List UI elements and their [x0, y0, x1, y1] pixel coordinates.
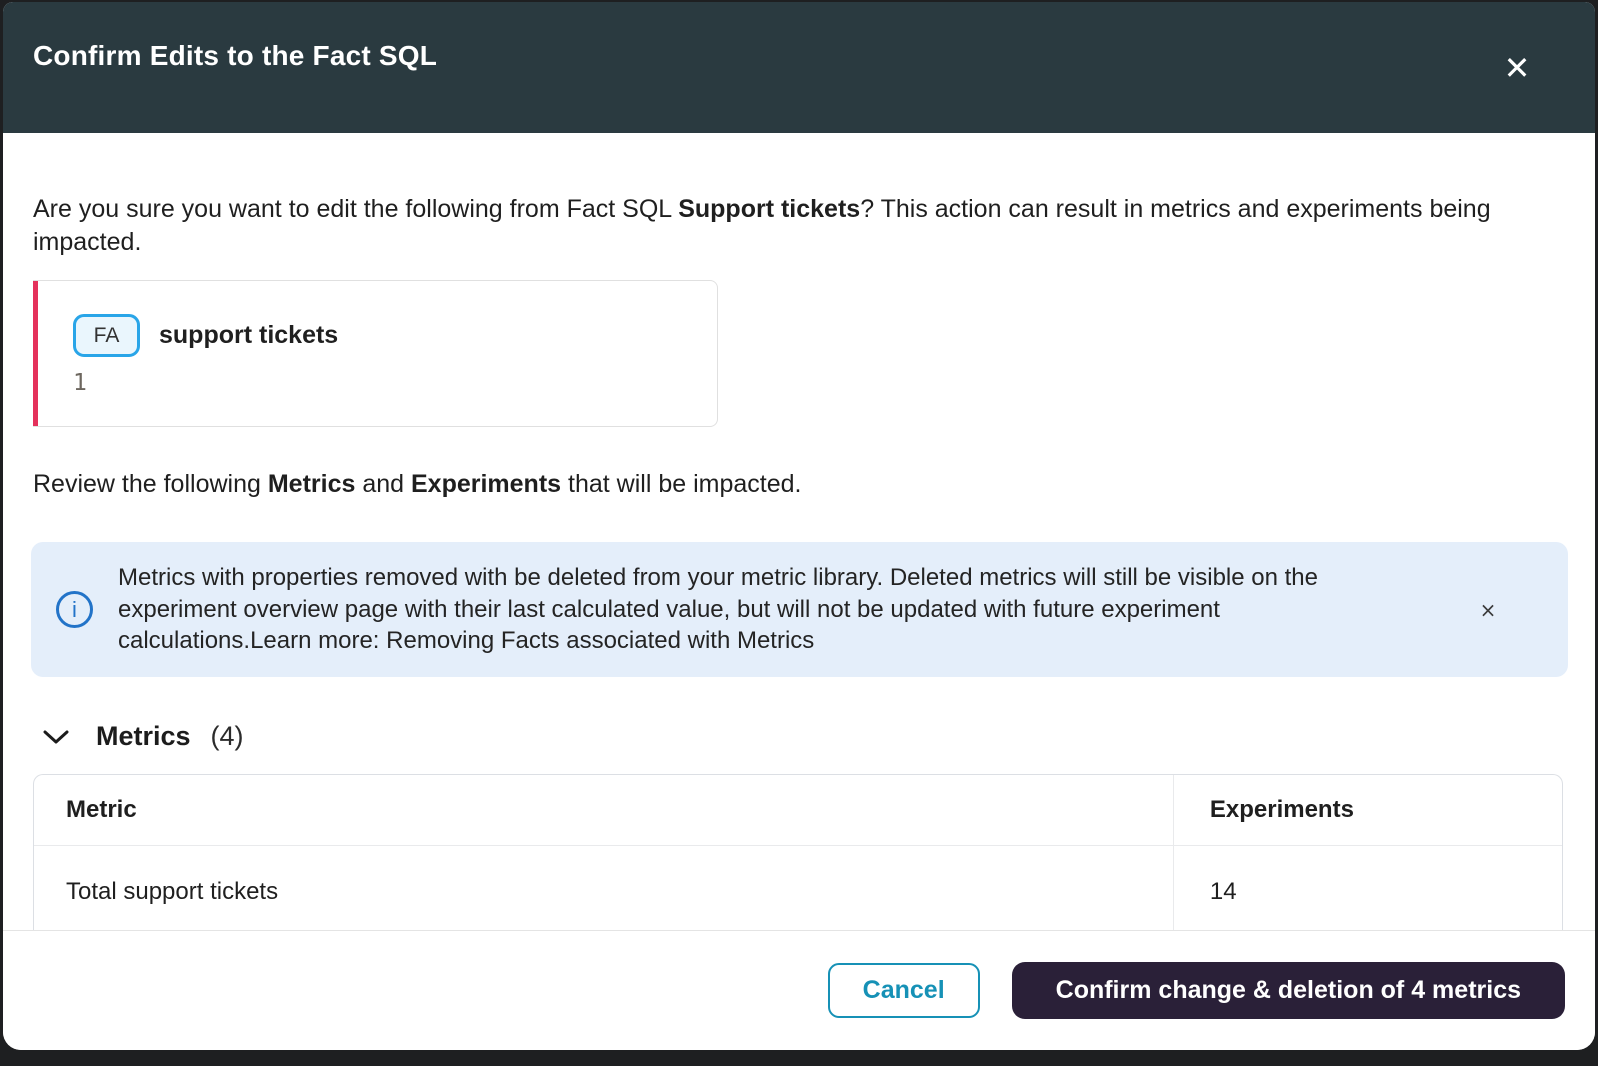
review-metrics-word: Metrics — [268, 470, 356, 498]
fact-card-body: FA support tickets 1 — [38, 281, 338, 426]
info-banner: i Metrics with properties removed with b… — [31, 542, 1568, 677]
review-text-mid: and — [355, 470, 411, 498]
table-row: Total support tickets 14 — [34, 846, 1562, 930]
metrics-section-heading: Metrics (4) — [33, 721, 1565, 752]
review-experiments-word: Experiments — [411, 470, 561, 498]
learn-more-link[interactable]: Removing Facts associated with Metrics — [386, 627, 814, 654]
learn-more-prefix: Learn more: — [250, 627, 386, 654]
confirm-button[interactable]: Confirm change & deletion of 4 metrics — [1012, 962, 1565, 1019]
confirmation-message: Are you sure you want to edit the follow… — [33, 193, 1533, 259]
info-icon-wrap: i — [31, 591, 118, 628]
chevron-down-icon[interactable] — [41, 722, 71, 752]
fact-line-number: 1 — [73, 370, 338, 396]
experiments-count-cell: 14 — [1174, 846, 1562, 930]
column-header-experiments: Experiments — [1174, 775, 1562, 845]
confirm-edits-modal: Confirm Edits to the Fact SQL ✕ Are you … — [3, 2, 1595, 1050]
confirmation-text-before: Are you sure you want to edit the follow… — [33, 195, 678, 223]
metrics-count-badge: (4) — [211, 721, 244, 752]
info-icon: i — [56, 591, 93, 628]
review-text-before: Review the following — [33, 470, 268, 498]
metrics-table: Metric Experiments Total support tickets… — [33, 774, 1563, 930]
review-message: Review the following Metrics and Experim… — [33, 470, 1565, 499]
table-header-row: Metric Experiments — [34, 775, 1562, 846]
fact-badge: FA — [73, 314, 140, 357]
modal-footer: Cancel Confirm change & deletion of 4 me… — [3, 930, 1595, 1050]
fact-card: FA support tickets 1 — [33, 280, 718, 427]
modal-content: Are you sure you want to edit the follow… — [3, 133, 1595, 930]
review-text-after: that will be impacted. — [561, 470, 801, 498]
metric-name-cell: Total support tickets — [34, 846, 1174, 930]
column-header-metric: Metric — [34, 775, 1174, 845]
metrics-section-title: Metrics — [96, 721, 191, 752]
modal-header: Confirm Edits to the Fact SQL ✕ — [3, 2, 1595, 133]
modal-title: Confirm Edits to the Fact SQL — [33, 40, 437, 72]
fact-name: support tickets — [159, 321, 338, 350]
fact-sql-name: Support tickets — [678, 195, 860, 223]
close-icon[interactable]: ✕ — [1497, 48, 1537, 88]
info-banner-text: Metrics with properties removed with be … — [118, 562, 1408, 657]
banner-dismiss-icon[interactable]: × — [1408, 598, 1568, 622]
cancel-button[interactable]: Cancel — [828, 963, 980, 1018]
